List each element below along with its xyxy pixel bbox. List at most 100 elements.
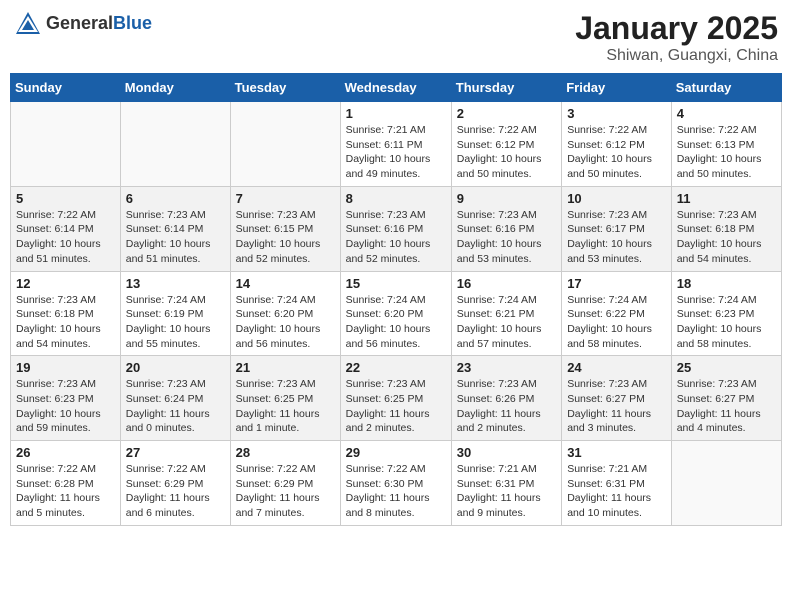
logo-icon [14, 10, 42, 38]
day-info: Sunrise: 7:22 AM Sunset: 6:29 PM Dayligh… [236, 462, 335, 521]
day-number: 6 [126, 191, 225, 206]
day-info: Sunrise: 7:23 AM Sunset: 6:25 PM Dayligh… [236, 377, 335, 436]
day-number: 15 [346, 276, 446, 291]
day-info: Sunrise: 7:23 AM Sunset: 6:27 PM Dayligh… [567, 377, 666, 436]
calendar-cell: 14 Sunrise: 7:24 AM Sunset: 6:20 PM Dayli… [230, 271, 340, 356]
day-number: 18 [677, 276, 776, 291]
weekday-header-tuesday: Tuesday [230, 74, 340, 102]
calendar-cell: 20 Sunrise: 7:23 AM Sunset: 6:24 PM Dayli… [120, 356, 230, 441]
logo-general: GeneralBlue [46, 14, 152, 34]
day-number: 28 [236, 445, 335, 460]
calendar-cell: 1 Sunrise: 7:21 AM Sunset: 6:11 PM Daylig… [340, 102, 451, 187]
calendar-week-row: 1 Sunrise: 7:21 AM Sunset: 6:11 PM Daylig… [11, 102, 782, 187]
day-number: 16 [457, 276, 556, 291]
day-info: Sunrise: 7:24 AM Sunset: 6:20 PM Dayligh… [236, 293, 335, 352]
calendar-cell: 28 Sunrise: 7:22 AM Sunset: 6:29 PM Dayli… [230, 441, 340, 526]
day-info: Sunrise: 7:23 AM Sunset: 6:18 PM Dayligh… [677, 208, 776, 267]
calendar-cell: 9 Sunrise: 7:23 AM Sunset: 6:16 PM Daylig… [451, 186, 561, 271]
day-number: 8 [346, 191, 446, 206]
weekday-header-row: SundayMondayTuesdayWednesdayThursdayFrid… [11, 74, 782, 102]
day-info: Sunrise: 7:22 AM Sunset: 6:12 PM Dayligh… [567, 123, 666, 182]
day-number: 23 [457, 360, 556, 375]
calendar-title: January 2025 [575, 10, 778, 47]
day-info: Sunrise: 7:23 AM Sunset: 6:25 PM Dayligh… [346, 377, 446, 436]
calendar-cell: 23 Sunrise: 7:23 AM Sunset: 6:26 PM Dayli… [451, 356, 561, 441]
day-info: Sunrise: 7:23 AM Sunset: 6:16 PM Dayligh… [457, 208, 556, 267]
calendar-cell: 18 Sunrise: 7:24 AM Sunset: 6:23 PM Dayli… [671, 271, 781, 356]
day-info: Sunrise: 7:22 AM Sunset: 6:12 PM Dayligh… [457, 123, 556, 182]
day-info: Sunrise: 7:23 AM Sunset: 6:26 PM Dayligh… [457, 377, 556, 436]
day-info: Sunrise: 7:23 AM Sunset: 6:23 PM Dayligh… [16, 377, 115, 436]
calendar-cell: 15Sunrise: 7:24 AM Sunset: 6:20 PM Dayli… [340, 271, 451, 356]
day-number: 14 [236, 276, 335, 291]
calendar-week-row: 26Sunrise: 7:22 AM Sunset: 6:28 PM Dayli… [11, 441, 782, 526]
weekday-header-sunday: Sunday [11, 74, 121, 102]
calendar-cell [120, 102, 230, 187]
calendar-cell: 5 Sunrise: 7:22 AM Sunset: 6:14 PM Daylig… [11, 186, 121, 271]
day-number: 12 [16, 276, 115, 291]
day-number: 5 [16, 191, 115, 206]
day-info: Sunrise: 7:24 AM Sunset: 6:23 PM Dayligh… [677, 293, 776, 352]
day-number: 22 [346, 360, 446, 375]
day-info: Sunrise: 7:24 AM Sunset: 6:22 PM Dayligh… [567, 293, 666, 352]
day-info: Sunrise: 7:23 AM Sunset: 6:24 PM Dayligh… [126, 377, 225, 436]
calendar-cell: 25Sunrise: 7:23 AM Sunset: 6:27 PM Dayli… [671, 356, 781, 441]
weekday-header-thursday: Thursday [451, 74, 561, 102]
day-info: Sunrise: 7:23 AM Sunset: 6:16 PM Dayligh… [346, 208, 446, 267]
calendar-table: SundayMondayTuesdayWednesdayThursdayFrid… [10, 73, 782, 526]
calendar-week-row: 19 Sunrise: 7:23 AM Sunset: 6:23 PM Dayli… [11, 356, 782, 441]
calendar-cell: 30 Sunrise: 7:21 AM Sunset: 6:31 PM Dayli… [451, 441, 561, 526]
day-info: Sunrise: 7:22 AM Sunset: 6:29 PM Dayligh… [126, 462, 225, 521]
calendar-cell: 17Sunrise: 7:24 AM Sunset: 6:22 PM Dayli… [562, 271, 672, 356]
calendar-cell: 4 Sunrise: 7:22 AM Sunset: 6:13 PM Daylig… [671, 102, 781, 187]
calendar-cell: 24 Sunrise: 7:23 AM Sunset: 6:27 PM Dayli… [562, 356, 672, 441]
day-number: 20 [126, 360, 225, 375]
day-info: Sunrise: 7:23 AM Sunset: 6:18 PM Dayligh… [16, 293, 115, 352]
calendar-cell: 19 Sunrise: 7:23 AM Sunset: 6:23 PM Dayli… [11, 356, 121, 441]
day-number: 29 [346, 445, 446, 460]
calendar-cell: 26Sunrise: 7:22 AM Sunset: 6:28 PM Dayli… [11, 441, 121, 526]
day-info: Sunrise: 7:22 AM Sunset: 6:14 PM Dayligh… [16, 208, 115, 267]
calendar-cell: 22 Sunrise: 7:23 AM Sunset: 6:25 PM Dayli… [340, 356, 451, 441]
calendar-cell: 7Sunrise: 7:23 AM Sunset: 6:15 PM Daylig… [230, 186, 340, 271]
day-number: 21 [236, 360, 335, 375]
calendar-cell: 13 Sunrise: 7:24 AM Sunset: 6:19 PM Dayli… [120, 271, 230, 356]
day-info: Sunrise: 7:24 AM Sunset: 6:21 PM Dayligh… [457, 293, 556, 352]
calendar-cell: 11 Sunrise: 7:23 AM Sunset: 6:18 PM Dayli… [671, 186, 781, 271]
day-number: 4 [677, 106, 776, 121]
day-info: Sunrise: 7:22 AM Sunset: 6:28 PM Dayligh… [16, 462, 115, 521]
calendar-cell: 16 Sunrise: 7:24 AM Sunset: 6:21 PM Dayli… [451, 271, 561, 356]
day-info: Sunrise: 7:22 AM Sunset: 6:30 PM Dayligh… [346, 462, 446, 521]
day-number: 30 [457, 445, 556, 460]
weekday-header-monday: Monday [120, 74, 230, 102]
day-number: 19 [16, 360, 115, 375]
day-number: 10 [567, 191, 666, 206]
weekday-header-saturday: Saturday [671, 74, 781, 102]
day-number: 11 [677, 191, 776, 206]
calendar-week-row: 12 Sunrise: 7:23 AM Sunset: 6:18 PM Dayli… [11, 271, 782, 356]
weekday-header-wednesday: Wednesday [340, 74, 451, 102]
day-info: Sunrise: 7:23 AM Sunset: 6:27 PM Dayligh… [677, 377, 776, 436]
calendar-cell: 29 Sunrise: 7:22 AM Sunset: 6:30 PM Dayli… [340, 441, 451, 526]
logo: GeneralBlue [14, 10, 152, 38]
day-number: 9 [457, 191, 556, 206]
day-number: 1 [346, 106, 446, 121]
day-info: Sunrise: 7:22 AM Sunset: 6:13 PM Dayligh… [677, 123, 776, 182]
calendar-cell: 8 Sunrise: 7:23 AM Sunset: 6:16 PM Daylig… [340, 186, 451, 271]
title-block: January 2025 Shiwan, Guangxi, China [575, 10, 778, 65]
weekday-header-friday: Friday [562, 74, 672, 102]
day-info: Sunrise: 7:21 AM Sunset: 6:11 PM Dayligh… [346, 123, 446, 182]
calendar-cell [11, 102, 121, 187]
day-info: Sunrise: 7:24 AM Sunset: 6:19 PM Dayligh… [126, 293, 225, 352]
day-number: 7 [236, 191, 335, 206]
day-info: Sunrise: 7:23 AM Sunset: 6:14 PM Dayligh… [126, 208, 225, 267]
day-number: 3 [567, 106, 666, 121]
calendar-week-row: 5 Sunrise: 7:22 AM Sunset: 6:14 PM Daylig… [11, 186, 782, 271]
calendar-cell: 31Sunrise: 7:21 AM Sunset: 6:31 PM Dayli… [562, 441, 672, 526]
day-number: 13 [126, 276, 225, 291]
calendar-cell: 27Sunrise: 7:22 AM Sunset: 6:29 PM Dayli… [120, 441, 230, 526]
calendar-cell [230, 102, 340, 187]
calendar-cell [671, 441, 781, 526]
day-info: Sunrise: 7:21 AM Sunset: 6:31 PM Dayligh… [457, 462, 556, 521]
day-number: 24 [567, 360, 666, 375]
